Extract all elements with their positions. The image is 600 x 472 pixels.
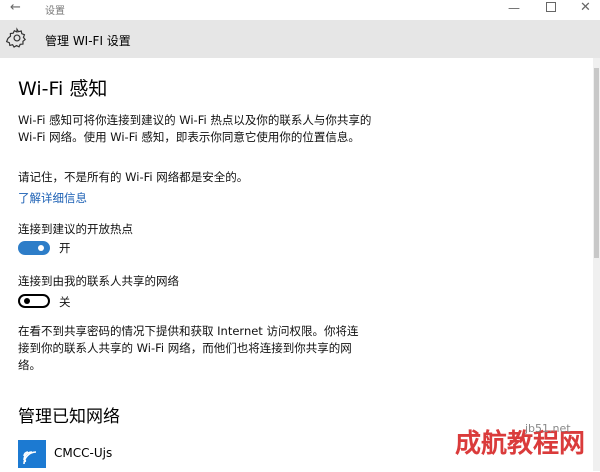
network-name[interactable]: CMCC-Ujs	[54, 446, 112, 460]
known-networks-heading: 管理已知网络	[18, 407, 120, 427]
wifi-icon-glyph	[23, 451, 37, 465]
contacts-networks-state: 关	[59, 295, 71, 309]
contacts-networks-label: 连接到由我的联系人共享的网络	[18, 274, 179, 288]
close-icon[interactable]: ✕	[580, 0, 591, 15]
contacts-networks-toggle[interactable]	[18, 294, 50, 308]
wifi-sense-heading: Wi-Fi 感知	[18, 78, 108, 100]
watermark-site: jb51.net	[525, 422, 571, 435]
gear-icon	[6, 27, 26, 48]
maximize-icon[interactable]	[546, 2, 556, 12]
security-warning: 请记住，不是所有的 Wi-Fi 网络都是安全的。	[18, 170, 249, 184]
learn-more-link[interactable]: 了解详细信息	[18, 190, 87, 206]
open-hotspots-toggle[interactable]	[18, 241, 50, 255]
window-title: 设置	[45, 6, 65, 17]
open-hotspots-state: 开	[59, 241, 71, 255]
minimize-icon[interactable]: —	[508, 1, 520, 15]
scrollbar[interactable]	[593, 58, 600, 471]
toggle-knob	[38, 245, 44, 251]
page-header: 管理 WI-FI 设置	[0, 20, 600, 58]
back-arrow-icon[interactable]: ←	[10, 1, 24, 15]
open-hotspots-label: 连接到建议的开放热点	[18, 222, 133, 236]
wifi-icon[interactable]	[18, 440, 46, 468]
scrollbar-thumb[interactable]	[594, 68, 599, 258]
page-title: 管理 WI-FI 设置	[45, 34, 131, 48]
internet-sharing-note: 在看不到共享密码的情况下提供和获取 Internet 访问权限。你将连接到你的联…	[18, 324, 359, 372]
wifi-sense-description: Wi-Fi 感知可将你连接到建议的 Wi-Fi 热点以及你的联系人与你共享的 W…	[18, 113, 372, 144]
title-bar: ← 设置 — ✕	[0, 0, 600, 18]
toggle-knob	[24, 298, 30, 304]
